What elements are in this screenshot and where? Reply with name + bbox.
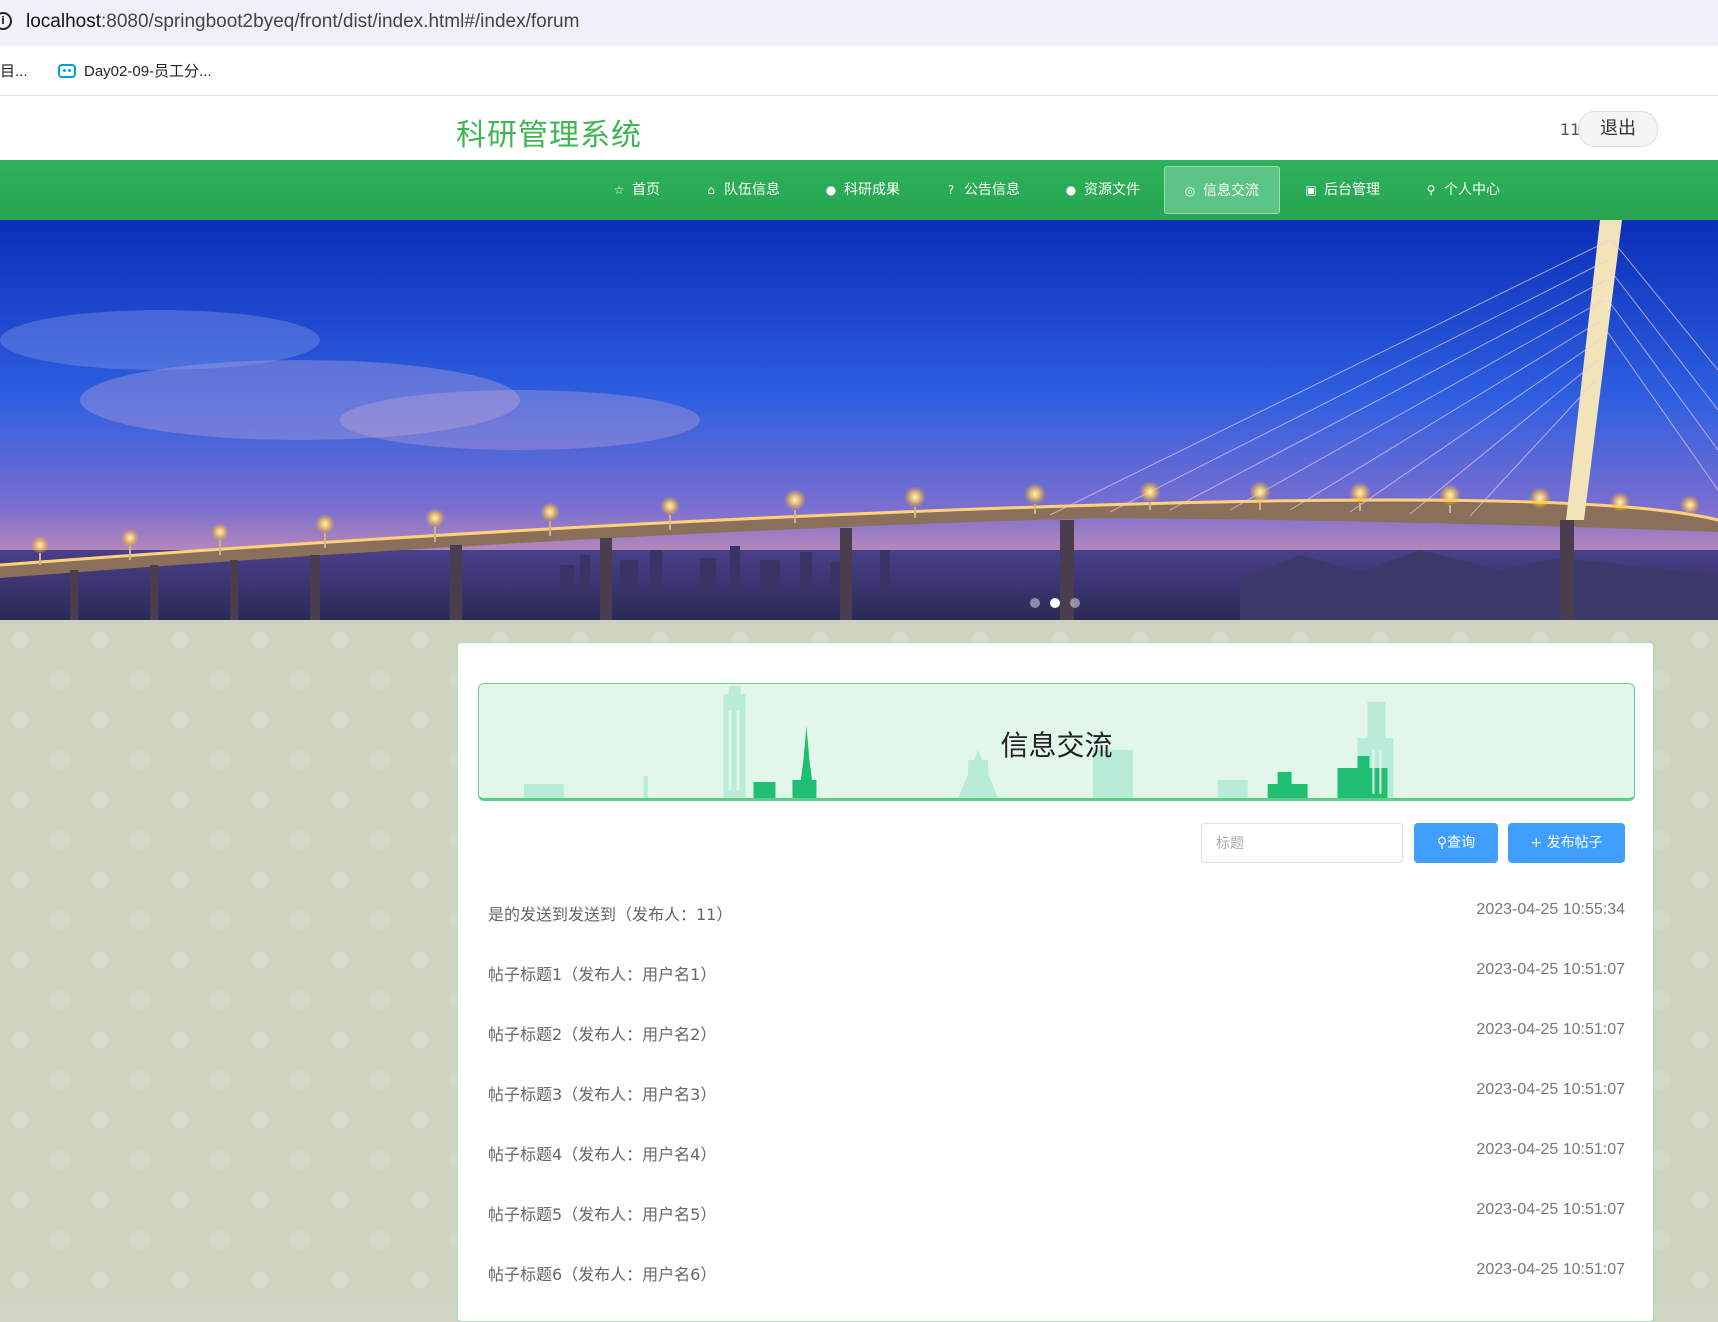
nav-item-team[interactable]: ⌂ 队伍信息	[694, 166, 790, 214]
bookmark-label: Day02-09-员工分...	[84, 63, 212, 80]
nav-item-achievements[interactable]: ● 科研成果	[814, 166, 910, 214]
nav-item-notices[interactable]: ? 公告信息	[934, 166, 1030, 214]
carousel-dot[interactable]	[1030, 598, 1040, 608]
search-icon: ⚲	[1436, 835, 1448, 851]
new-post-button[interactable]: + 发布帖子	[1508, 823, 1625, 863]
post-item[interactable]: 是的发送到发送到（发布人：11） 2023-04-25 10:55:34	[488, 883, 1625, 943]
nav-item-profile[interactable]: ⚲ 个人中心	[1414, 166, 1510, 214]
post-title[interactable]: 帖子标题3（发布人：用户名3）	[488, 1081, 716, 1105]
nav-label: 后台管理	[1324, 182, 1380, 198]
nav-item-forum[interactable]: ◎ 信息交流	[1164, 166, 1280, 214]
user-icon: ⚲	[1426, 183, 1436, 197]
post-title[interactable]: 帖子标题4（发布人：用户名4）	[488, 1141, 716, 1165]
nav-item-home[interactable]: ☆ 首页	[602, 166, 670, 214]
bookmarks-bar: 目... Day02-09-员工分...	[0, 46, 1718, 96]
bilibili-icon	[58, 64, 76, 78]
question-icon: ?	[947, 183, 955, 197]
post-item[interactable]: 帖子标题3（发布人：用户名3） 2023-04-25 10:51:07	[488, 1063, 1625, 1123]
bridge-night-image	[0, 220, 1718, 620]
title-search-input[interactable]: 标题	[1201, 823, 1403, 863]
post-time: 2023-04-25 10:51:07	[1476, 1141, 1625, 1158]
url-text[interactable]: localhost:8080/springboot2byeq/front/dis…	[26, 11, 579, 33]
post-time: 2023-04-25 10:51:07	[1476, 1021, 1625, 1038]
post-time: 2023-04-25 10:51:07	[1476, 961, 1625, 978]
carousel-dot-active[interactable]	[1050, 598, 1060, 608]
banner-carousel[interactable]	[0, 220, 1718, 620]
nav-item-resources[interactable]: ● 资源文件	[1054, 166, 1150, 214]
post-time: 2023-04-25 10:51:07	[1476, 1261, 1625, 1278]
page-title-banner: 信息交流	[478, 683, 1635, 801]
bookmark-item[interactable]: 目...	[0, 60, 28, 81]
site-header: 科研管理系统 11 退出	[0, 96, 1718, 160]
post-item[interactable]: 帖子标题1（发布人：用户名1） 2023-04-25 10:51:07	[488, 943, 1625, 1003]
plus-icon: +	[1530, 835, 1543, 851]
post-item[interactable]: 帖子标题4（发布人：用户名4） 2023-04-25 10:51:07	[488, 1123, 1625, 1183]
post-item[interactable]: 帖子标题6（发布人：用户名6） 2023-04-25 10:51:07	[488, 1243, 1625, 1303]
nav-label: 资源文件	[1084, 182, 1140, 198]
carousel-dot[interactable]	[1070, 598, 1080, 608]
post-time: 2023-04-25 10:55:34	[1476, 901, 1625, 918]
post-title[interactable]: 是的发送到发送到（发布人：11）	[488, 901, 732, 925]
nav-label: 个人中心	[1444, 182, 1500, 198]
site-info-icon[interactable]: i	[0, 12, 12, 30]
search-button[interactable]: ⚲查询	[1414, 823, 1498, 863]
new-post-label: 发布帖子	[1546, 835, 1603, 851]
bookmark-item[interactable]: Day02-09-员工分...	[58, 60, 212, 81]
post-time: 2023-04-25 10:51:07	[1476, 1081, 1625, 1098]
post-time: 2023-04-25 10:51:07	[1476, 1201, 1625, 1218]
info-icon: ●	[1065, 183, 1077, 197]
post-item[interactable]: 帖子标题2（发布人：用户名2） 2023-04-25 10:51:07	[488, 1003, 1625, 1063]
box-icon: ▣	[1305, 183, 1317, 197]
post-title[interactable]: 帖子标题5（发布人：用户名5）	[488, 1201, 716, 1225]
browser-address-bar[interactable]: i localhost:8080/springboot2byeq/front/d…	[0, 0, 1718, 47]
page-title: 信息交流	[1000, 729, 1113, 762]
nav-item-admin[interactable]: ▣ 后台管理	[1294, 166, 1390, 214]
post-item[interactable]: 帖子标题5（发布人：用户名5） 2023-04-25 10:51:07	[488, 1183, 1625, 1243]
nav-label: 科研成果	[844, 182, 900, 198]
nav-label: 队伍信息	[724, 182, 780, 198]
forum-panel: 信息交流 标题 ⚲查询 + 发布帖子 是的发送到发送到（发布人：11） 2023…	[457, 642, 1654, 1322]
logout-button[interactable]: 退出	[1578, 111, 1658, 147]
nav-label: 公告信息	[964, 182, 1020, 198]
post-title[interactable]: 帖子标题6（发布人：用户名6）	[488, 1261, 716, 1285]
url-host: localhost	[26, 11, 101, 32]
main-nav: ☆ 首页 ⌂ 队伍信息 ● 科研成果 ? 公告信息 ● 资源文件 ◎ 信息交流 ▣ 后台管理 …	[0, 160, 1718, 220]
globe-icon: ◎	[1184, 184, 1196, 198]
url-path: :8080/springboot2byeq/front/dist/index.h…	[101, 11, 580, 32]
post-title[interactable]: 帖子标题1（发布人：用户名1）	[488, 961, 716, 985]
site-title: 科研管理系统	[456, 118, 642, 153]
search-button-label: 查询	[1447, 835, 1476, 851]
bag-icon: ⌂	[707, 183, 715, 197]
nav-label: 首页	[632, 182, 660, 198]
nav-label: 信息交流	[1203, 183, 1259, 199]
star-icon: ☆	[613, 183, 625, 197]
info-icon: ●	[825, 183, 837, 197]
post-title[interactable]: 帖子标题2（发布人：用户名2）	[488, 1021, 716, 1045]
